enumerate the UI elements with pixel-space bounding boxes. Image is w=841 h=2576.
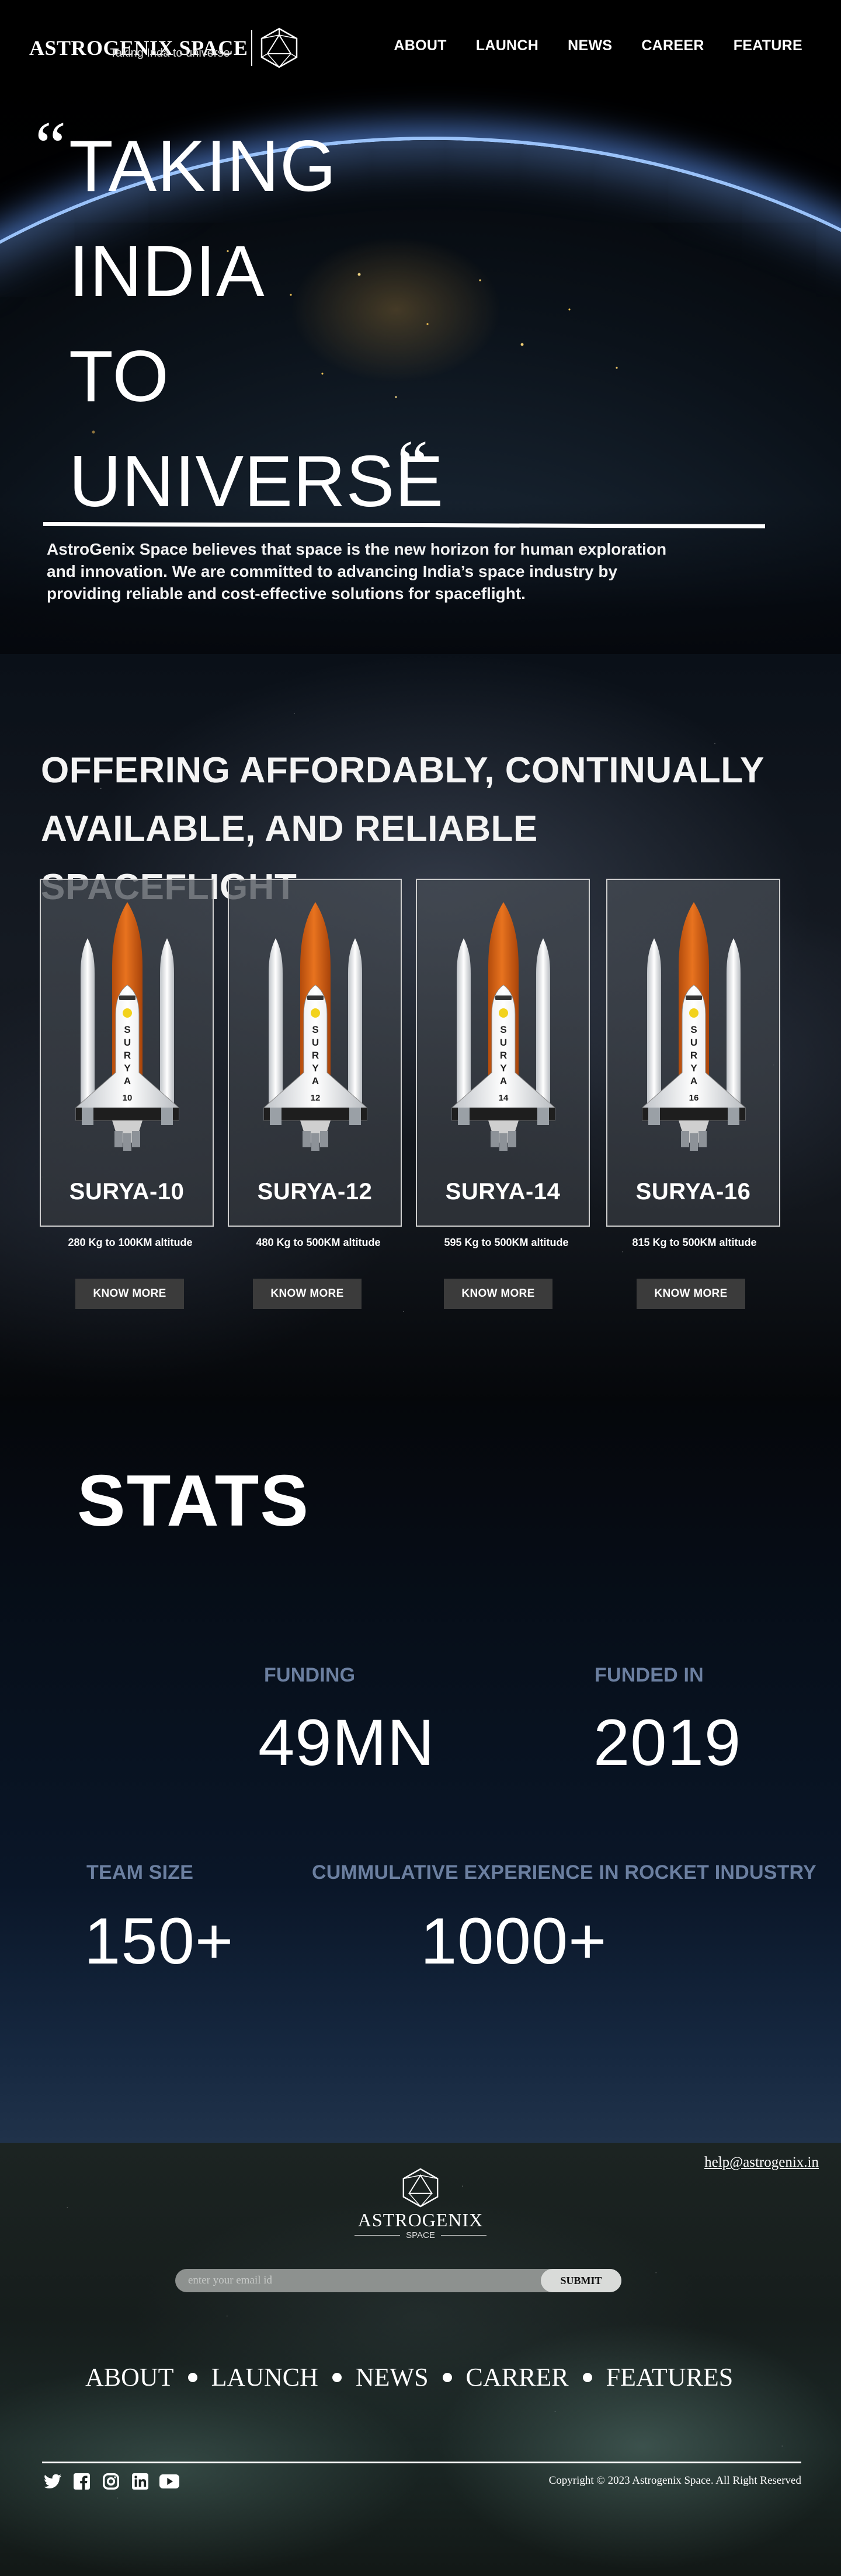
space-shuttle-image: SURYA 14 <box>451 902 555 1151</box>
main-nav: ABOUT LAUNCH NEWS CAREER FEATURE <box>394 37 802 54</box>
space-shuttle-image: SURYA 10 <box>75 902 179 1151</box>
hero-description: AstroGenix Space believes that space is … <box>47 540 667 603</box>
rocket-name: SURYA-10 <box>69 1179 185 1205</box>
footer-nav-about[interactable]: ABOUT <box>85 2362 174 2392</box>
nav-separator-dot <box>582 2372 592 2382</box>
space-shuttle-image: SURYA 16 <box>642 902 746 1151</box>
nav-about[interactable]: ABOUT <box>394 37 446 54</box>
instagram-icon[interactable] <box>100 2471 121 2492</box>
rocket-name: SURYA-16 <box>635 1179 751 1205</box>
rocket-card[interactable]: SURYA 10 SURYA-10 <box>40 879 214 1227</box>
svg-text:Y: Y <box>124 1063 131 1074</box>
footer-email-link[interactable]: help@astrogenix.in <box>704 2154 819 2171</box>
svg-text:12: 12 <box>311 1093 321 1103</box>
svg-text:U: U <box>312 1037 319 1048</box>
stat-value-funding: 49MN <box>258 1706 435 1779</box>
offering-title-line-1: OFFERING AFFORDABLY, CONTINUALLY <box>41 750 764 791</box>
footer-logo-polyhedron-icon <box>402 2168 439 2208</box>
nav-feature[interactable]: FEATURE <box>734 37 802 54</box>
svg-text:R: R <box>124 1050 131 1061</box>
rocket-card[interactable]: SURYA 16 SURYA-16 <box>606 879 780 1227</box>
stats-title: STATS <box>77 1461 310 1541</box>
svg-text:U: U <box>500 1037 507 1048</box>
rocket-card[interactable]: SURYA 12 SURYA-12 <box>228 879 402 1227</box>
footer-divider <box>42 2462 801 2463</box>
stat-value-experience: 1000+ <box>420 1905 607 1978</box>
copyright-text: Copyright © 2023 Astrogenix Space. All R… <box>548 2474 801 2487</box>
youtube-icon[interactable] <box>159 2471 180 2492</box>
footer-logo[interactable]: ASTROGENIX SPACE <box>333 2167 508 2247</box>
svg-text:U: U <box>124 1037 131 1048</box>
rocket-card[interactable]: SURYA 14 SURYA-14 <box>416 879 590 1227</box>
svg-text:Y: Y <box>690 1063 697 1074</box>
nav-news[interactable]: NEWS <box>568 37 612 54</box>
svg-text:S: S <box>500 1024 506 1035</box>
submit-button[interactable]: SUBMIT <box>541 2269 621 2292</box>
rocket-spec: 595 Kg to 500KM altitude <box>444 1237 569 1248</box>
hero-quote-close: “ <box>397 426 429 503</box>
hero-quote-open: “ <box>35 107 67 185</box>
top-nav: ASTROGENIX SPACE Taking Inda to universe… <box>0 0 841 93</box>
stat-value-team-size: 150+ <box>84 1905 234 1978</box>
linkedin-icon[interactable] <box>130 2471 151 2492</box>
hero-line-4: UNIVERSE <box>69 441 444 522</box>
footer-nav-launch[interactable]: LAUNCH <box>211 2362 318 2392</box>
twitter-icon[interactable] <box>42 2471 63 2492</box>
rocket-name: SURYA-14 <box>445 1179 561 1205</box>
rocket-spec: 280 Kg to 100KM altitude <box>68 1237 193 1248</box>
stat-label-experience: CUMMULATIVE EXPERIENCE IN ROCKET INDUSTR… <box>312 1861 816 1884</box>
svg-text:R: R <box>500 1050 507 1061</box>
svg-text:10: 10 <box>123 1093 133 1103</box>
brand-tagline: Taking Inda to universe <box>110 47 230 60</box>
svg-text:16: 16 <box>689 1093 699 1103</box>
svg-text:A: A <box>312 1075 319 1087</box>
rocket-spec: 480 Kg to 500KM altitude <box>256 1237 381 1248</box>
nav-separator-dot <box>187 2372 197 2382</box>
rocket-spec: 815 Kg to 500KM altitude <box>632 1237 757 1248</box>
svg-text:S: S <box>312 1024 318 1035</box>
space-shuttle-image: SURYA 12 <box>263 902 367 1151</box>
nav-career[interactable]: CAREER <box>641 37 704 54</box>
know-more-button[interactable]: KNOW MORE <box>637 1279 745 1309</box>
facebook-icon[interactable] <box>71 2471 92 2492</box>
hero-line-1: TAKING <box>69 126 337 207</box>
stat-label-funded-in: FUNDED IN <box>595 1664 704 1686</box>
hero-line-3: TO <box>69 336 169 417</box>
svg-text:R: R <box>312 1050 319 1061</box>
svg-text:U: U <box>690 1037 697 1048</box>
footer-logo-name: ASTROGENIX <box>357 2209 484 2230</box>
nav-separator-dot <box>332 2372 342 2382</box>
svg-text:A: A <box>500 1075 507 1087</box>
stat-label-team-size: TEAM SIZE <box>86 1861 194 1884</box>
footer-nav-news[interactable]: NEWS <box>356 2362 429 2392</box>
footer-nav-features[interactable]: FEATURES <box>606 2362 734 2392</box>
rocket-name: SURYA-12 <box>257 1179 373 1205</box>
know-more-button[interactable]: KNOW MORE <box>444 1279 552 1309</box>
footer-logo-sub: SPACE <box>406 2230 435 2240</box>
logo-polyhedron-icon <box>261 27 298 68</box>
svg-text:Y: Y <box>500 1063 507 1074</box>
know-more-button[interactable]: KNOW MORE <box>75 1279 184 1309</box>
hero-line-2: INDIA <box>69 231 265 312</box>
stat-label-funding: FUNDING <box>264 1664 356 1686</box>
footer-nav: ABOUT LAUNCH NEWS CARRER FEATURES <box>85 2362 733 2392</box>
svg-text:A: A <box>124 1075 131 1087</box>
svg-text:14: 14 <box>499 1093 509 1103</box>
subscribe-form: SUBMIT <box>175 2269 621 2292</box>
social-links <box>42 2471 180 2492</box>
svg-text:Y: Y <box>312 1063 319 1074</box>
hero-headline: TAKING INDIA TO UNIVERSE <box>69 114 444 534</box>
svg-text:S: S <box>124 1024 130 1035</box>
nav-separator-dot <box>442 2372 452 2382</box>
svg-text:A: A <box>690 1075 697 1087</box>
know-more-button[interactable]: KNOW MORE <box>253 1279 362 1309</box>
svg-text:S: S <box>690 1024 697 1035</box>
footer-nav-carrer[interactable]: CARRER <box>466 2362 569 2392</box>
stat-value-funded-in: 2019 <box>593 1706 742 1779</box>
svg-text:R: R <box>690 1050 697 1061</box>
email-input[interactable] <box>188 2269 527 2292</box>
nav-launch[interactable]: LAUNCH <box>476 37 538 54</box>
